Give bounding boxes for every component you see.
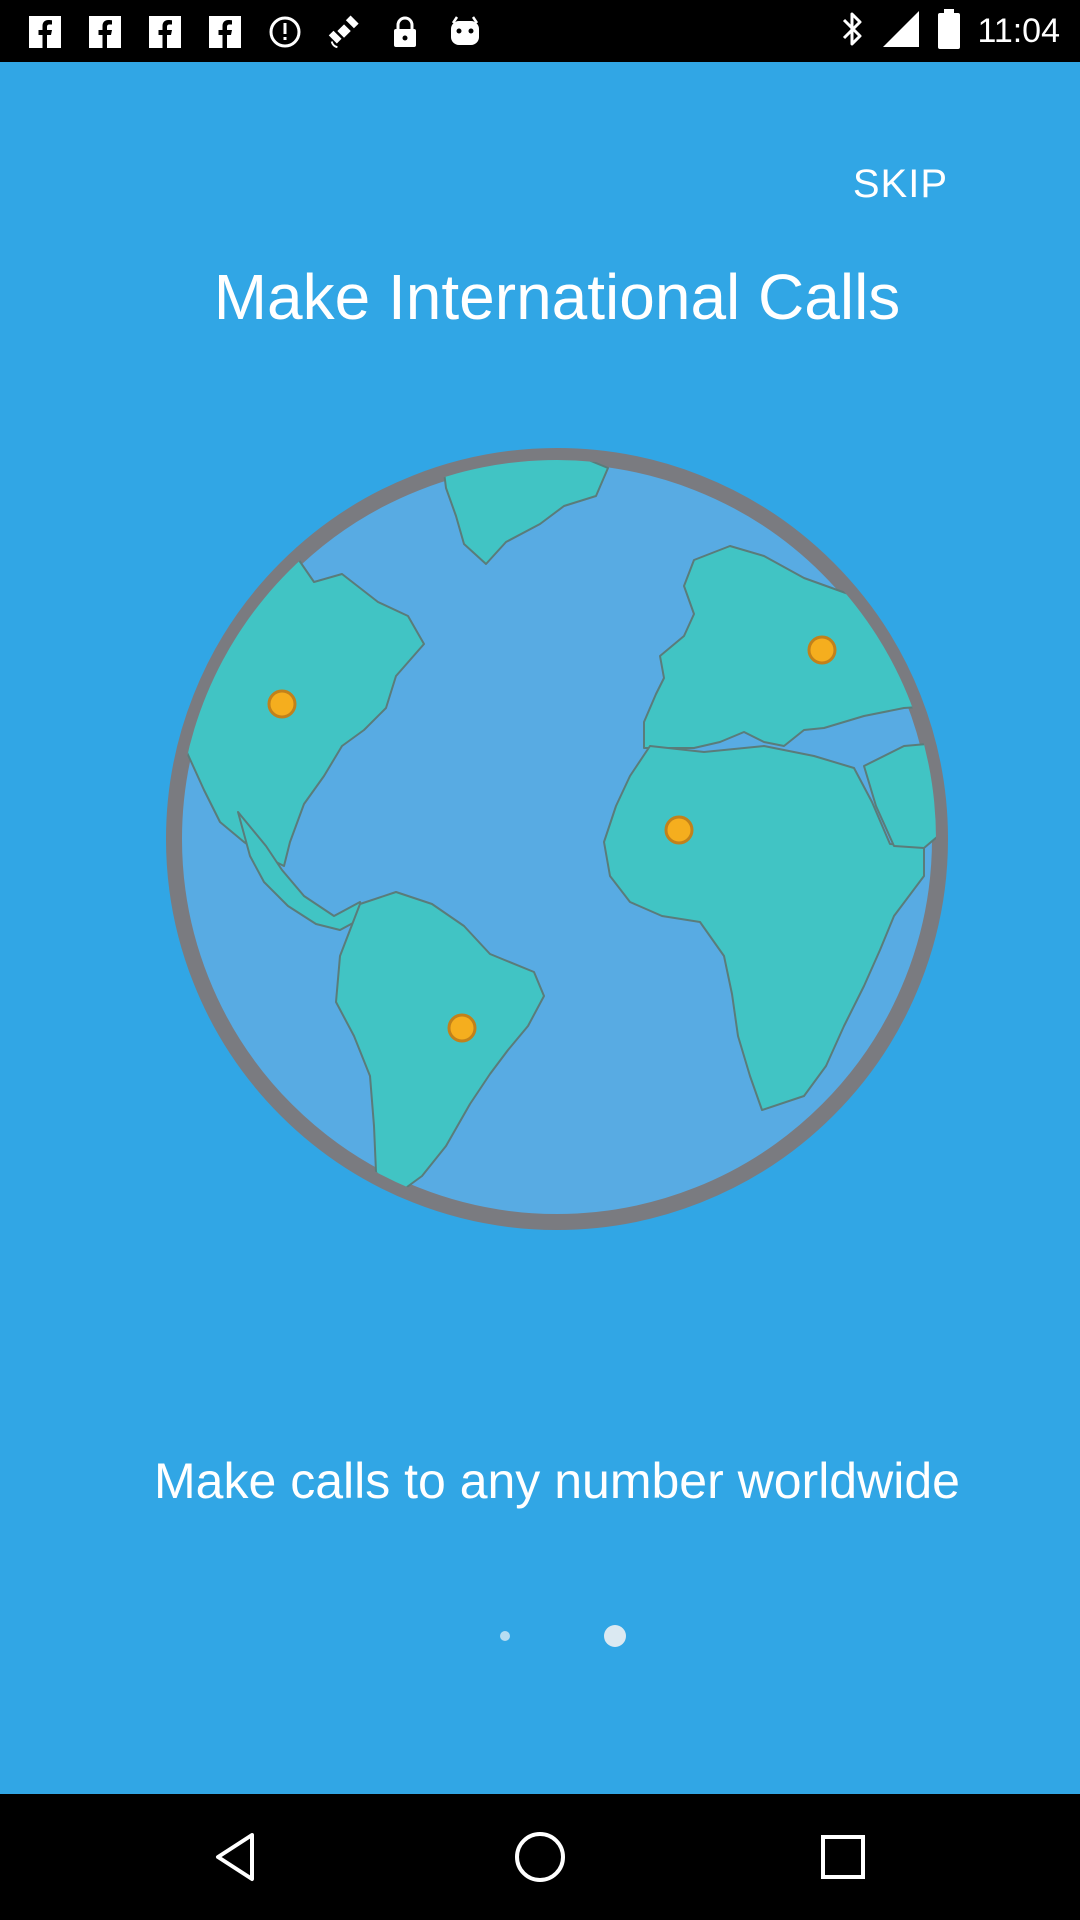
home-icon[interactable] <box>505 1822 575 1892</box>
page-subtitle: Make calls to any number worldwide <box>154 1453 960 1509</box>
page-title: Make International Calls <box>213 261 901 333</box>
recents-icon[interactable] <box>808 1822 878 1892</box>
facebook-icon <box>86 13 124 51</box>
page-indicator <box>0 1624 1080 1648</box>
skip-button[interactable]: SKIP <box>853 162 948 207</box>
bluetooth-icon <box>839 9 865 54</box>
facebook-icon <box>26 13 64 51</box>
status-time: 11:04 <box>977 11 1060 50</box>
alert-icon <box>266 13 304 51</box>
facebook-icon <box>206 13 244 51</box>
onboarding-screen: SKIP Make International Calls Make calls… <box>0 62 1080 1794</box>
system-status-icons: 11:04 <box>839 8 1060 54</box>
back-icon[interactable] <box>200 1822 270 1892</box>
location-marker-south-america <box>447 1013 477 1043</box>
location-marker-africa <box>664 815 694 845</box>
lock-icon <box>386 13 424 51</box>
status-bar: 11:04 <box>0 0 1080 62</box>
globe-illustration <box>164 446 950 1232</box>
navigation-bar <box>0 1794 1080 1920</box>
battery-icon <box>937 8 961 55</box>
facebook-icon <box>146 13 184 51</box>
location-marker-europe <box>807 635 837 665</box>
android-icon <box>446 13 484 51</box>
notification-icons <box>26 10 484 54</box>
page-indicator-dot-2-active[interactable] <box>604 1625 626 1647</box>
page-indicator-dot-1[interactable] <box>500 1631 510 1641</box>
fake-gps-satellite-icon <box>326 13 364 51</box>
location-marker-north-america <box>267 689 297 719</box>
signal-icon <box>881 9 921 54</box>
